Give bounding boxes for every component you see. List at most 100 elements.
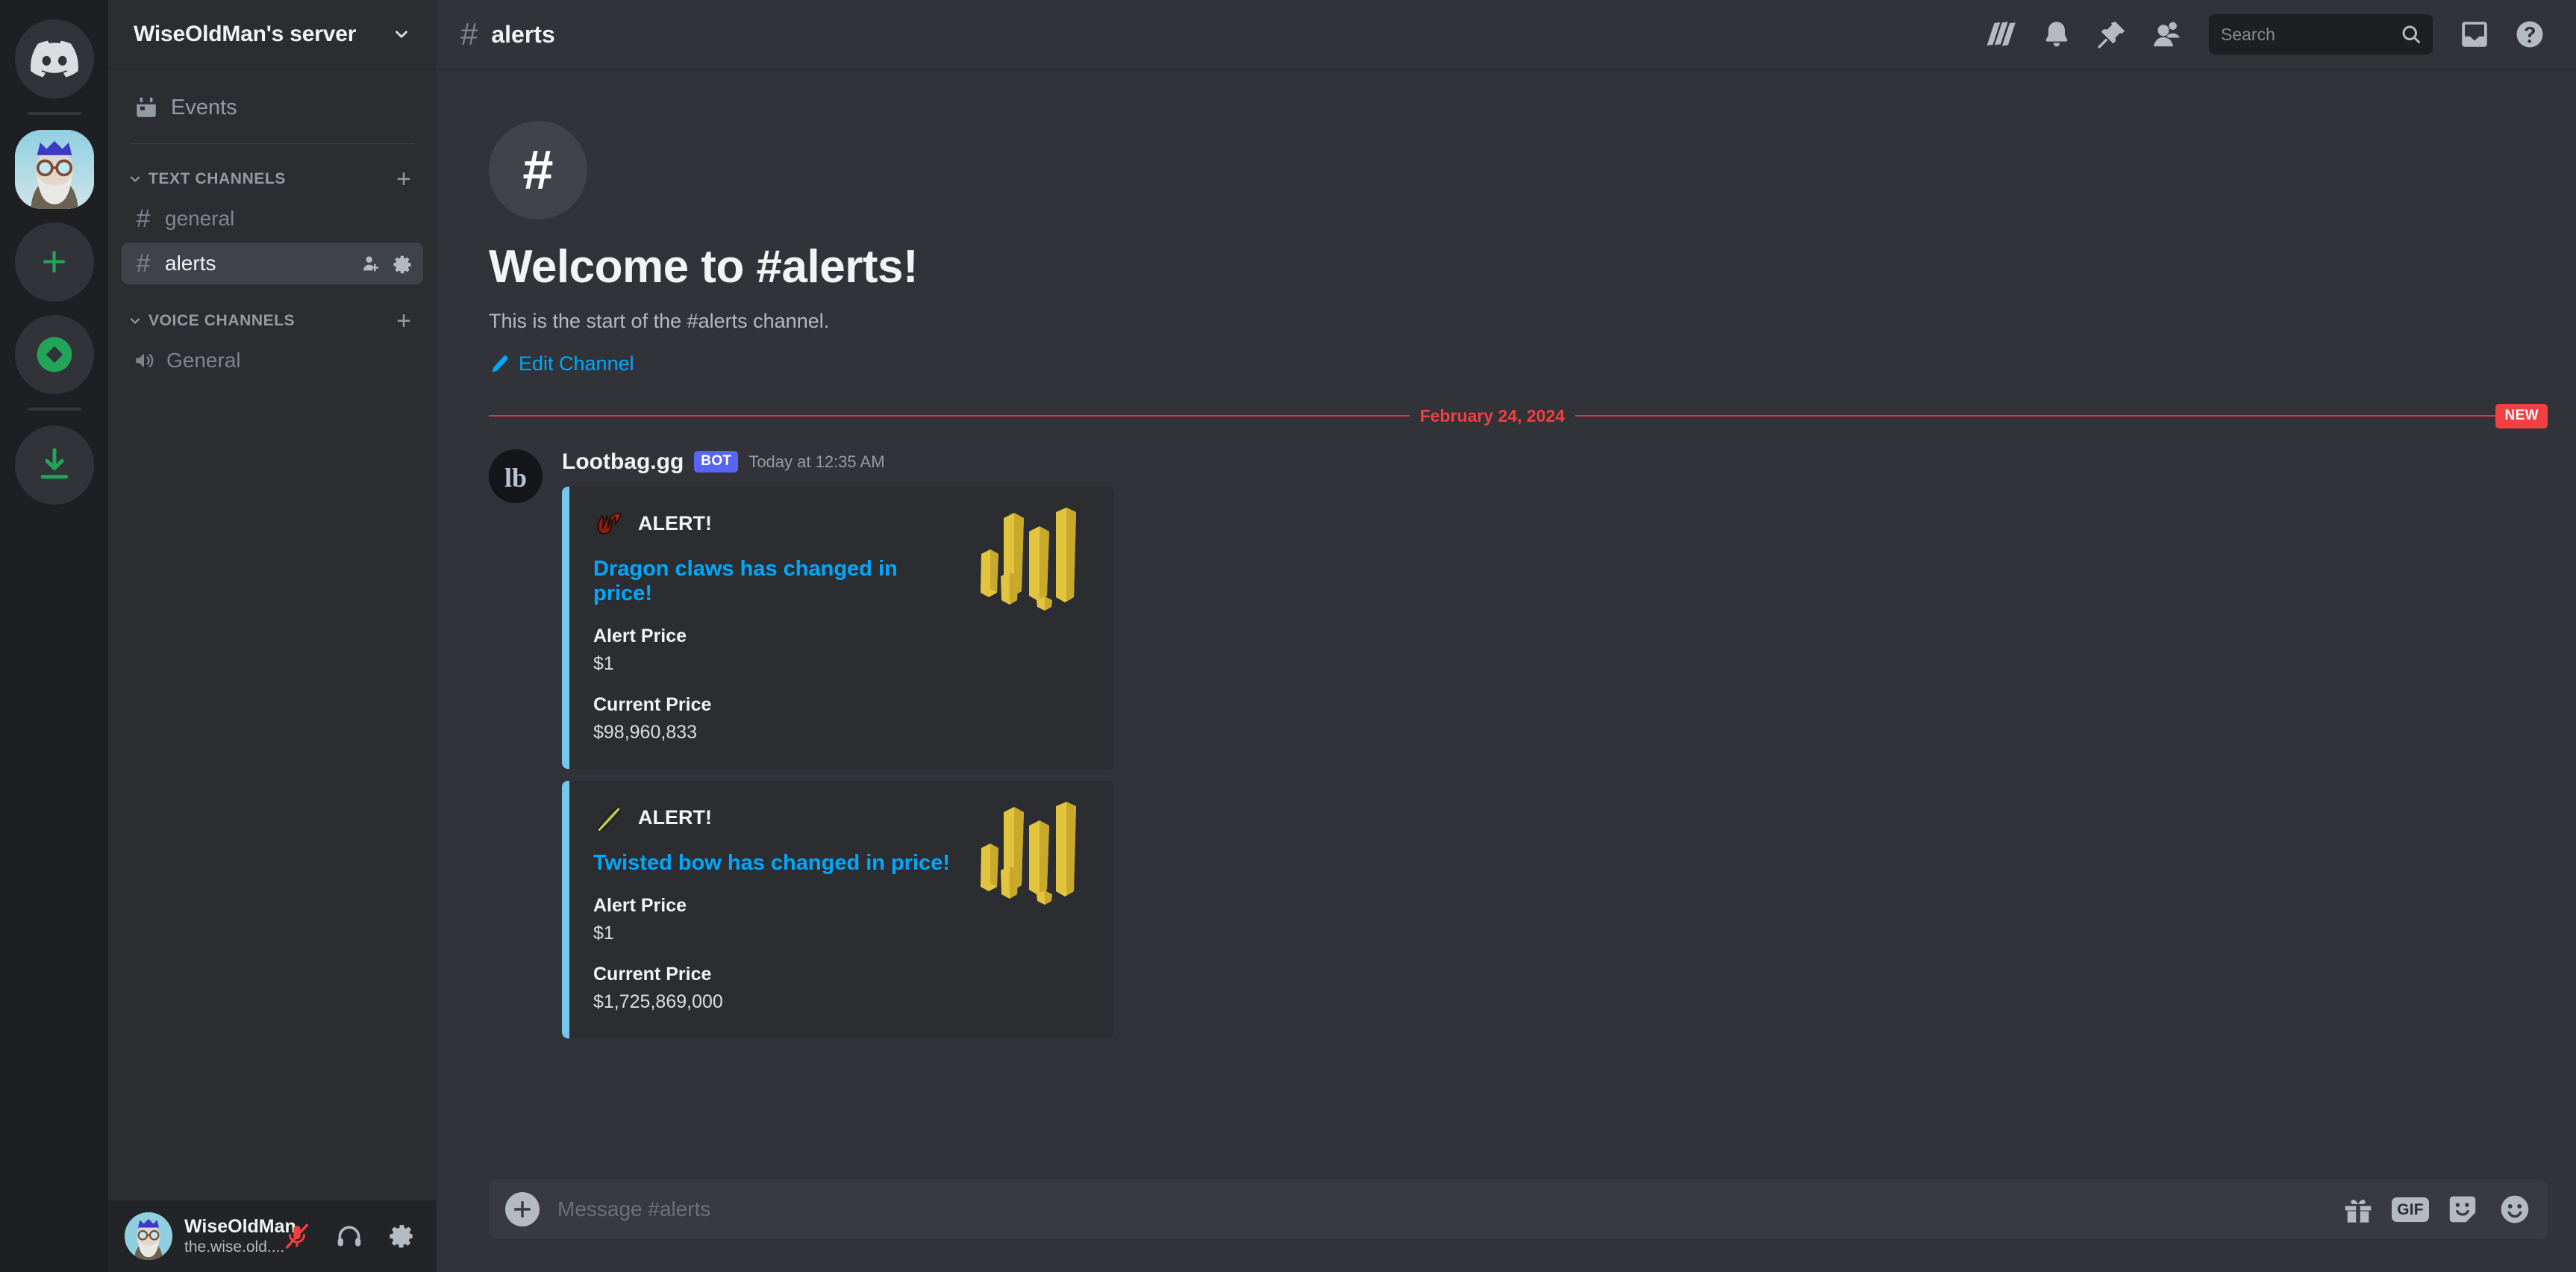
bot-badge: BOT	[694, 451, 739, 473]
member-list-button[interactable]	[2143, 10, 2191, 58]
channel-name: general	[165, 207, 235, 230]
embed-field-name: Alert Price	[593, 894, 687, 916]
gif-button[interactable]: GIF	[2391, 1190, 2430, 1229]
threads-button[interactable]	[1978, 10, 2025, 58]
sticker-icon	[2449, 1196, 2476, 1223]
avatar[interactable]: lb	[489, 449, 543, 503]
server-rail-item-add-server[interactable]: +	[14, 222, 94, 302]
server-rail-item-wiseoldman-server[interactable]	[14, 130, 94, 209]
message-composer[interactable]: Message #alerts GIF	[489, 1179, 2548, 1239]
microphone-muted-icon	[286, 1223, 308, 1249]
sidebar-channel-general[interactable]: # general	[122, 198, 423, 240]
sidebar-channel-general-voice[interactable]: General	[122, 340, 423, 381]
divider-line-left	[489, 415, 1410, 417]
embed-twisted-bow: ALERT! Twisted bow has changed in price!…	[562, 780, 1114, 1038]
server-name: WiseOldMan's server	[134, 22, 357, 46]
gold-bars-thumbnail[interactable]	[971, 801, 1090, 921]
embed-title[interactable]: Dragon claws has changed in price!	[593, 557, 951, 606]
create-voice-channel-icon[interactable]: +	[396, 308, 411, 334]
plus-icon: +	[41, 237, 67, 286]
category-voice-channels[interactable]: VOICE CHANNELS +	[122, 298, 423, 340]
pinned-messages-button[interactable]	[2088, 10, 2136, 58]
sticker-button[interactable]	[2443, 1190, 2482, 1229]
embed-field-name: Current Price	[593, 693, 712, 715]
channel-topbar: # alerts Search	[437, 0, 2576, 69]
channel-welcome: # Welcome to #alerts! This is the start …	[437, 69, 2576, 378]
server-rail: +	[0, 0, 108, 1272]
inbox-button[interactable]	[2451, 10, 2498, 58]
search-icon	[2402, 25, 2420, 43]
server-rail-item-explore-servers[interactable]	[14, 315, 94, 394]
upload-attachment-button[interactable]	[505, 1192, 540, 1226]
chevron-down-icon	[130, 318, 140, 324]
embed-field-value: $1	[593, 652, 614, 674]
category-label: VOICE CHANNELS	[149, 312, 296, 329]
server-rail-item-download-apps[interactable]	[14, 425, 94, 505]
server-rail-item-discord-home[interactable]	[14, 19, 94, 99]
notification-settings-button[interactable]	[2033, 10, 2081, 58]
edit-channel-button[interactable]: Edit Channel	[489, 352, 634, 375]
welcome-subtitle: This is the start of the #alerts channel…	[489, 310, 830, 332]
channel-hash-avatar: #	[489, 121, 587, 219]
channel-name: alerts	[165, 252, 216, 275]
composer-wrapper: Message #alerts GIF	[437, 1179, 2576, 1272]
message-header: Lootbag.gg BOT Today at 12:35 AM	[562, 449, 2524, 475]
help-icon	[2516, 21, 2543, 48]
pencil-icon	[492, 355, 508, 372]
help-button[interactable]	[2506, 10, 2554, 58]
deafen-button[interactable]	[326, 1213, 372, 1259]
gift-icon	[2345, 1200, 2372, 1223]
gear-icon[interactable]	[392, 253, 413, 274]
user-panel: WiseOldMan the.wise.old....	[108, 1200, 437, 1272]
mute-microphone-button[interactable]	[274, 1213, 320, 1259]
avatar[interactable]	[125, 1212, 172, 1260]
embed-field-name: Alert Price	[593, 625, 687, 646]
category-label: TEXT CHANNELS	[149, 170, 286, 187]
channel-list: Events TEXT CHANNELS + # general # alert…	[108, 69, 437, 1200]
pinned-messages-icon	[2098, 21, 2125, 49]
divider-line-right	[1575, 415, 2496, 417]
gear-icon	[390, 1224, 413, 1248]
compass-icon	[37, 337, 72, 372]
discord-window: + WiseOldMan's server Events TEXT CHANNE…	[0, 0, 2576, 1272]
gif-label: GIF	[2392, 1197, 2429, 1222]
page-title: alerts	[491, 20, 555, 48]
category-text-channels[interactable]: TEXT CHANNELS +	[122, 156, 423, 198]
message-input-placeholder: Message #alerts	[557, 1197, 711, 1220]
headphones-icon	[337, 1226, 361, 1247]
sidebar-channel-alerts[interactable]: # alerts	[122, 243, 423, 284]
embed-alert-label: ALERT!	[638, 806, 712, 829]
search-input[interactable]: Search	[2209, 14, 2433, 54]
sidebar-item-events[interactable]: Events	[122, 85, 423, 130]
user-settings-button[interactable]	[378, 1213, 425, 1259]
embed-title[interactable]: Twisted bow has changed in price!	[593, 851, 951, 876]
user-handle: the.wise.old....	[184, 1238, 285, 1256]
edit-channel-label: Edit Channel	[519, 352, 634, 375]
speaker-icon	[136, 353, 154, 368]
new-messages-badge: NEW	[2495, 403, 2548, 428]
embed-dragon-claws: ALERT! Dragon claws has changed in price…	[562, 486, 1114, 769]
download-icon	[40, 448, 68, 479]
user-avatar-image	[125, 1212, 172, 1260]
user-display-name: WiseOldMan	[184, 1216, 296, 1238]
message-list: # Welcome to #alerts! This is the start …	[437, 69, 2576, 1179]
main-content: # alerts Search # Welcome to #alerts! Th…	[437, 0, 2576, 1272]
server-header[interactable]: WiseOldMan's server	[108, 0, 437, 69]
threads-icon	[1986, 22, 2016, 46]
inbox-icon	[2462, 22, 2487, 47]
hash-icon: #	[136, 205, 151, 233]
emoji-button[interactable]	[2495, 1190, 2534, 1229]
embed-alert-label: ALERT!	[638, 512, 712, 534]
create-text-channel-icon[interactable]: +	[396, 166, 411, 192]
message-author[interactable]: Lootbag.gg	[562, 449, 684, 475]
gift-button[interactable]	[2339, 1190, 2378, 1229]
divider-date: February 24, 2024	[1419, 405, 1565, 425]
channel-sidebar: WiseOldMan's server Events TEXT CHANNELS…	[108, 0, 437, 1272]
gold-bars-thumbnail[interactable]	[971, 507, 1090, 627]
create-invite-icon[interactable]	[360, 253, 381, 274]
notification-bell-icon	[2045, 22, 2068, 47]
rail-divider	[27, 112, 81, 115]
emoji-icon	[2501, 1195, 2529, 1223]
hash-icon: #	[460, 16, 478, 52]
channel-name: General	[166, 349, 241, 372]
